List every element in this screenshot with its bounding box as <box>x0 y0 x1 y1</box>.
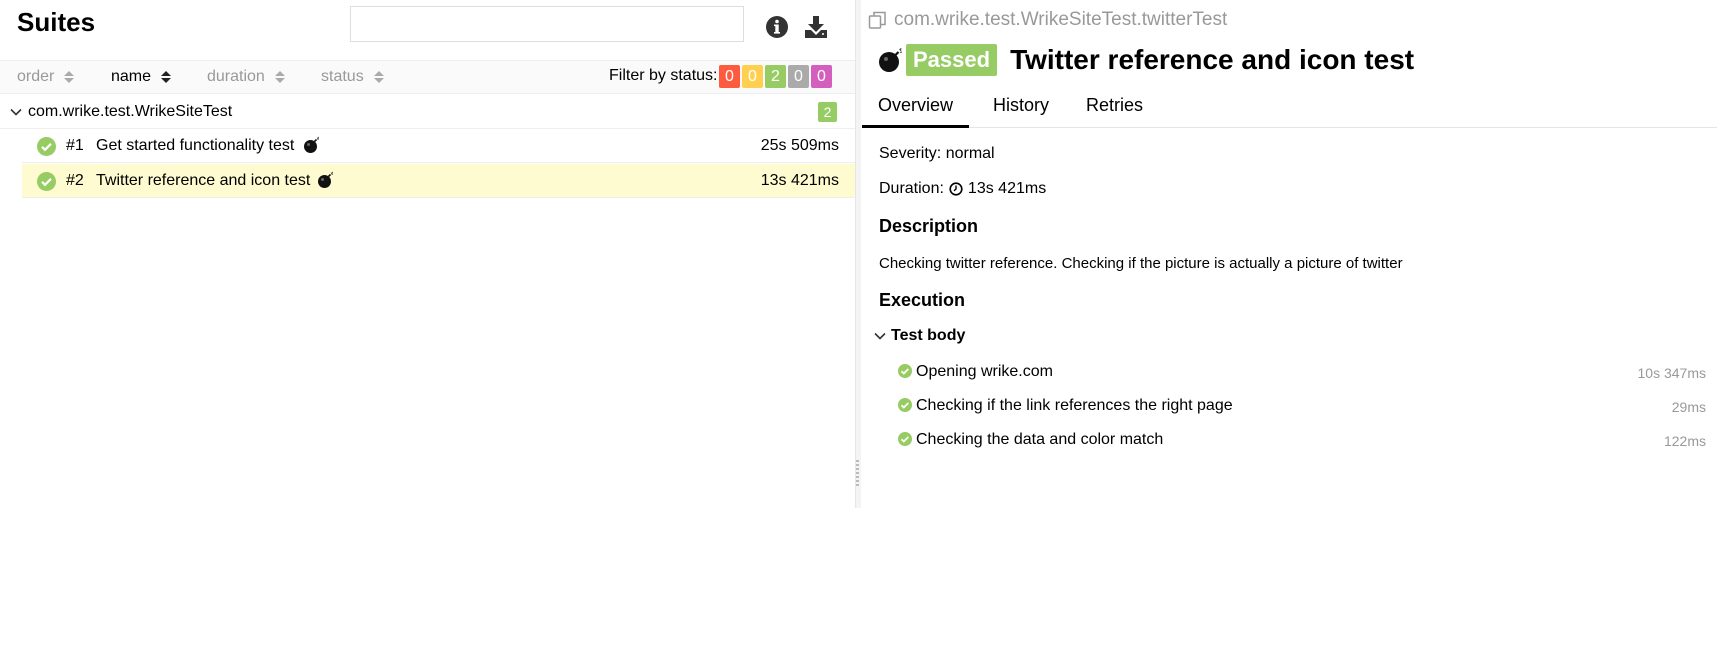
step-duration: 10s 347ms <box>1637 365 1706 381</box>
sort-arrows-icon <box>373 71 384 83</box>
test-title: Twitter reference and icon test <box>1010 44 1415 75</box>
suite-group-row[interactable]: com.wrike.test.WrikeSiteTest 2 <box>0 95 855 129</box>
suite-count-badge: 2 <box>818 102 837 122</box>
passed-check-icon <box>37 172 56 191</box>
search-input[interactable] <box>350 6 744 42</box>
test-full-name: com.wrike.test.WrikeSiteTest.twitterTest <box>894 9 1228 30</box>
duration-field: Duration: 13s 421ms <box>879 180 1047 197</box>
filter-passed-badge[interactable]: 2 <box>765 65 786 88</box>
test-body-toggle[interactable]: Test body <box>874 327 965 345</box>
sort-arrows-icon <box>161 71 172 83</box>
sort-bar: order name duration status Filter by sta… <box>0 60 855 94</box>
description-heading: Description <box>879 216 979 236</box>
tab-bar: Overview History Retries <box>862 88 1717 128</box>
clock-icon <box>949 182 963 196</box>
full-name-row: com.wrike.test.WrikeSiteTest.twitterTest <box>868 9 1227 31</box>
tab-overview[interactable]: Overview <box>862 95 970 128</box>
sort-status[interactable]: status <box>321 61 384 93</box>
status-filter: 0 0 2 0 0 <box>719 65 832 88</box>
info-icon[interactable] <box>763 13 791 41</box>
chevron-down-icon <box>10 108 22 116</box>
execution-heading: Execution <box>879 290 966 310</box>
passed-check-icon <box>37 137 56 156</box>
sort-arrows-icon <box>64 71 75 83</box>
filter-skipped-badge[interactable]: 0 <box>788 65 809 88</box>
test-duration: 13s 421ms <box>760 172 839 189</box>
test-row[interactable]: #1 Get started functionality test 25s 50… <box>22 129 855 163</box>
test-row-selected[interactable]: #2 Twitter reference and icon test 13s 4… <box>22 164 855 198</box>
sort-arrows-icon <box>274 71 285 83</box>
tab-history[interactable]: History <box>993 95 1049 128</box>
step-name: Checking the data and color match <box>916 431 1164 448</box>
step-name: Checking if the link references the righ… <box>916 397 1233 414</box>
filter-failed-badge[interactable]: 0 <box>719 65 740 88</box>
pane-splitter[interactable] <box>855 0 861 508</box>
download-icon[interactable] <box>802 13 830 41</box>
severity-field: Severity: normal <box>879 145 995 162</box>
test-number: #2 <box>66 172 84 189</box>
sort-duration[interactable]: duration <box>207 61 285 93</box>
test-name: Get started functionality test <box>96 137 295 154</box>
passed-check-icon <box>898 364 912 378</box>
suite-name: com.wrike.test.WrikeSiteTest <box>28 103 233 120</box>
step-row[interactable]: Checking the data and color match 122ms <box>898 426 1706 456</box>
description-text: Checking twitter reference. Checking if … <box>879 255 1403 272</box>
test-duration: 25s 509ms <box>760 137 839 154</box>
sort-order[interactable]: order <box>17 61 75 93</box>
suites-pane: Suites order name duration status Filter… <box>0 0 855 508</box>
step-row[interactable]: Checking if the link references the righ… <box>898 392 1706 422</box>
step-duration: 29ms <box>1671 399 1706 415</box>
test-name: Twitter reference and icon test <box>96 172 311 189</box>
chevron-down-icon <box>874 332 886 340</box>
bomb-icon <box>318 171 334 188</box>
step-name: Opening wrike.com <box>916 363 1053 380</box>
passed-check-icon <box>898 398 912 412</box>
page-title: Suites <box>17 7 96 37</box>
status-badge: Passed <box>906 44 998 76</box>
splitter-grip-icon[interactable] <box>856 458 860 490</box>
passed-check-icon <box>898 432 912 446</box>
title-row: Passed Twitter reference and icon test <box>878 44 1414 76</box>
step-row[interactable]: Opening wrike.com 10s 347ms <box>898 358 1706 388</box>
test-number: #1 <box>66 137 84 154</box>
filter-broken-badge[interactable]: 0 <box>742 65 763 88</box>
filter-label: Filter by status: <box>609 67 718 84</box>
tab-retries[interactable]: Retries <box>1086 95 1143 128</box>
bomb-icon <box>879 47 903 72</box>
bomb-icon <box>304 136 320 153</box>
filter-unknown-badge[interactable]: 0 <box>811 65 832 88</box>
step-duration: 122ms <box>1663 433 1706 449</box>
copy-icon[interactable] <box>868 10 888 30</box>
test-details-pane: com.wrike.test.WrikeSiteTest.twitterTest… <box>862 0 1717 648</box>
sort-name[interactable]: name <box>111 61 172 93</box>
